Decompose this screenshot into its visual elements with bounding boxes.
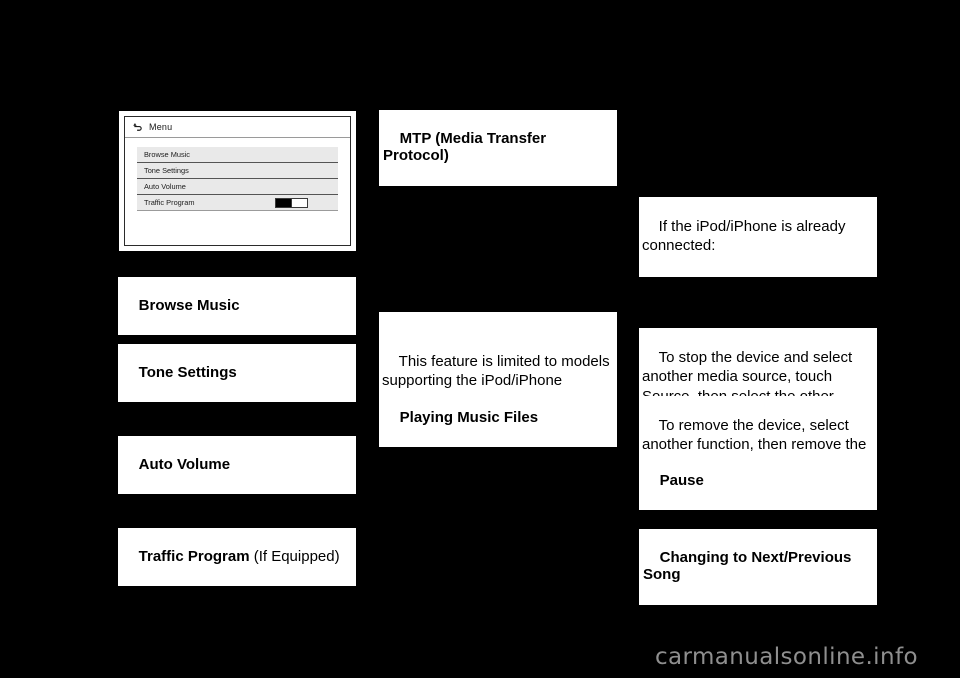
- heading-text: MTP (Media Transfer Protocol): [383, 129, 551, 165]
- heading-text: Playing Music Files: [399, 408, 539, 426]
- manual-page: Menu Browse Music Tone Settings Auto Vol…: [0, 0, 960, 678]
- heading-traffic-program: Traffic Program (If Equipped): [118, 528, 356, 587]
- heading-text: Tone Settings: [138, 363, 237, 381]
- menu-row-auto-volume[interactable]: Auto Volume: [137, 179, 338, 195]
- traffic-program-toggle[interactable]: [275, 197, 308, 208]
- heading-playing-music-files: Playing Music Files: [379, 389, 617, 448]
- screen-titlebar: Menu: [125, 117, 350, 138]
- menu-row-label: Browse Music: [144, 150, 190, 159]
- paragraph-ipod-already-connected: If the iPod/iPhone is already connected:: [639, 197, 877, 277]
- menu-row-label: Tone Settings: [144, 166, 189, 175]
- heading-mtp: MTP (Media Transfer Protocol): [379, 110, 617, 186]
- heading-text: Changing to Next/Previous Song: [643, 548, 856, 584]
- heading-changing-next-previous-song: Changing to Next/Previous Song: [639, 529, 877, 605]
- site-watermark: carmanualsonline.info: [655, 644, 918, 670]
- heading-auto-volume: Auto Volume: [118, 436, 356, 495]
- heading-text: Browse Music: [138, 296, 240, 314]
- menu-row-traffic-program[interactable]: Traffic Program: [137, 195, 338, 211]
- heading-text: Auto Volume: [138, 455, 231, 473]
- menu-screen-figure: Menu Browse Music Tone Settings Auto Vol…: [119, 111, 356, 251]
- back-arrow-icon[interactable]: [132, 122, 143, 133]
- screen-title: Menu: [149, 122, 173, 132]
- heading-pause: Pause: [639, 452, 877, 511]
- screen-frame: Menu Browse Music Tone Settings Auto Vol…: [124, 116, 351, 246]
- menu-row-label: Traffic Program: [144, 198, 195, 207]
- heading-text: Pause: [659, 471, 704, 489]
- heading-tone-settings: Tone Settings: [118, 344, 356, 403]
- paragraph-text: If the iPod/iPhone is already connected:: [642, 218, 850, 255]
- menu-row-label: Auto Volume: [144, 182, 186, 191]
- menu-row-browse-music[interactable]: Browse Music: [137, 147, 338, 163]
- heading-browse-music: Browse Music: [118, 277, 356, 336]
- toggle-off-half: [291, 198, 307, 207]
- heading-text: Traffic Program: [138, 547, 250, 565]
- heading-suffix: (If Equipped): [249, 547, 340, 565]
- screen-body: Browse Music Tone Settings Auto Volume T…: [125, 138, 350, 245]
- toggle-on-half: [276, 198, 292, 207]
- menu-list: Browse Music Tone Settings Auto Volume T…: [137, 147, 338, 211]
- menu-row-tone-settings[interactable]: Tone Settings: [137, 163, 338, 179]
